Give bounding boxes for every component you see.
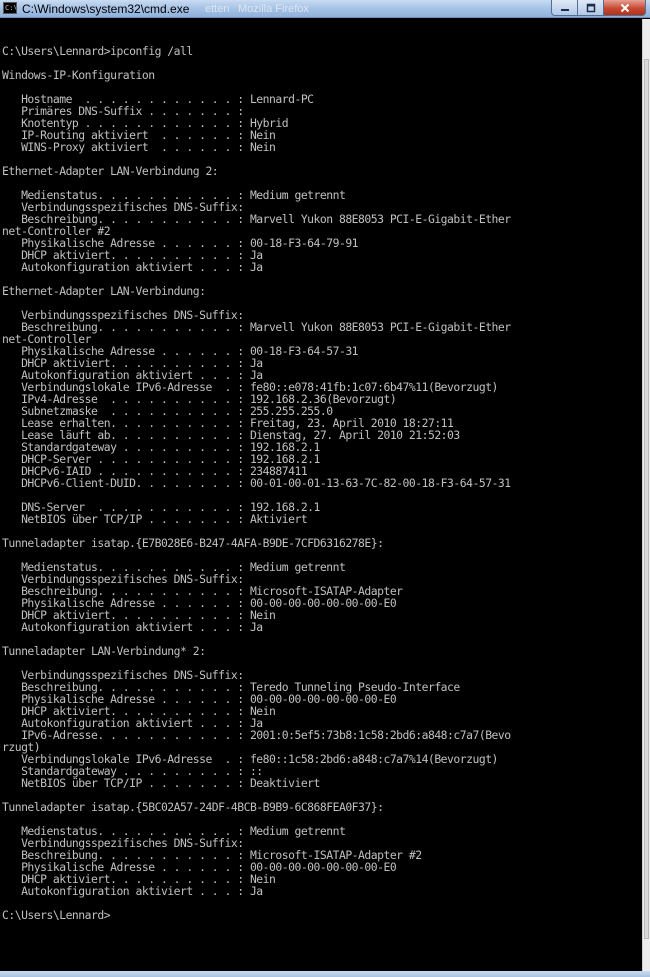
maximize-icon[interactable] [577,0,603,16]
console-line: Tunneladapter isatap.{E7B028E6-B247-4AFA… [2,536,384,550]
console-line: Windows-IP-Konfiguration [2,68,155,82]
minimize-icon-glyph [560,8,569,11]
close-icon[interactable] [603,0,646,16]
maximize-icon-glyph [586,3,595,12]
console-line: Autokonfiguration aktiviert . . . : Ja [2,260,263,274]
console-line: DHCPv6-Client-DUID. . . . . . . . : 00-0… [2,476,511,490]
console-line: IPv6-Adresse. . . . . . . . . . . : 2001… [2,728,511,742]
console-line: Autokonfiguration aktiviert . . . : Ja [2,884,263,898]
background-window-hint-firefox: Mozilla Firefox [238,3,309,15]
console-line: NetBIOS über TCP/IP . . . . . . . : Akti… [2,512,308,526]
window-title: C:\Windows\system32\cmd.exe [22,2,190,16]
console-line: C:\Users\Lennard> [2,908,111,922]
cmd-window: C:\ C:\Windows\system32\cmd.exe etten Mo… [0,0,650,977]
console-line: C:\Users\Lennard>ipconfig /all [2,44,193,58]
background-window-hint: etten [205,3,230,15]
console-line: NetBIOS über TCP/IP . . . . . . . : Deak… [2,776,320,790]
console-output[interactable]: C:\Users\Lennard>ipconfig /all Windows-I… [0,19,642,977]
console-icon: C:\ [3,2,17,14]
console-text: C:\Users\Lennard>ipconfig /all Windows-I… [0,19,642,921]
window-controls [551,0,646,17]
scrollbar-thumb[interactable] [644,59,649,939]
vertical-scrollbar[interactable] [642,19,650,977]
console-line: Ethernet-Adapter LAN-Verbindung 2: [2,164,219,178]
console-line: Ethernet-Adapter LAN-Verbindung: [2,284,206,298]
console-line: Autokonfiguration aktiviert . . . : Ja [2,620,263,634]
console-line: Tunneladapter LAN-Verbindung* 2: [2,644,206,658]
minimize-icon[interactable] [551,0,577,16]
close-icon-glyph [620,3,629,12]
console-line: WINS-Proxy aktiviert . . . . . . : Nein [2,140,276,154]
console-line: Tunneladapter isatap.{5BC02A57-24DF-4BCB… [2,800,384,814]
window-bottom-border [0,971,650,977]
title-bar[interactable]: C:\ C:\Windows\system32\cmd.exe etten Mo… [0,0,650,18]
